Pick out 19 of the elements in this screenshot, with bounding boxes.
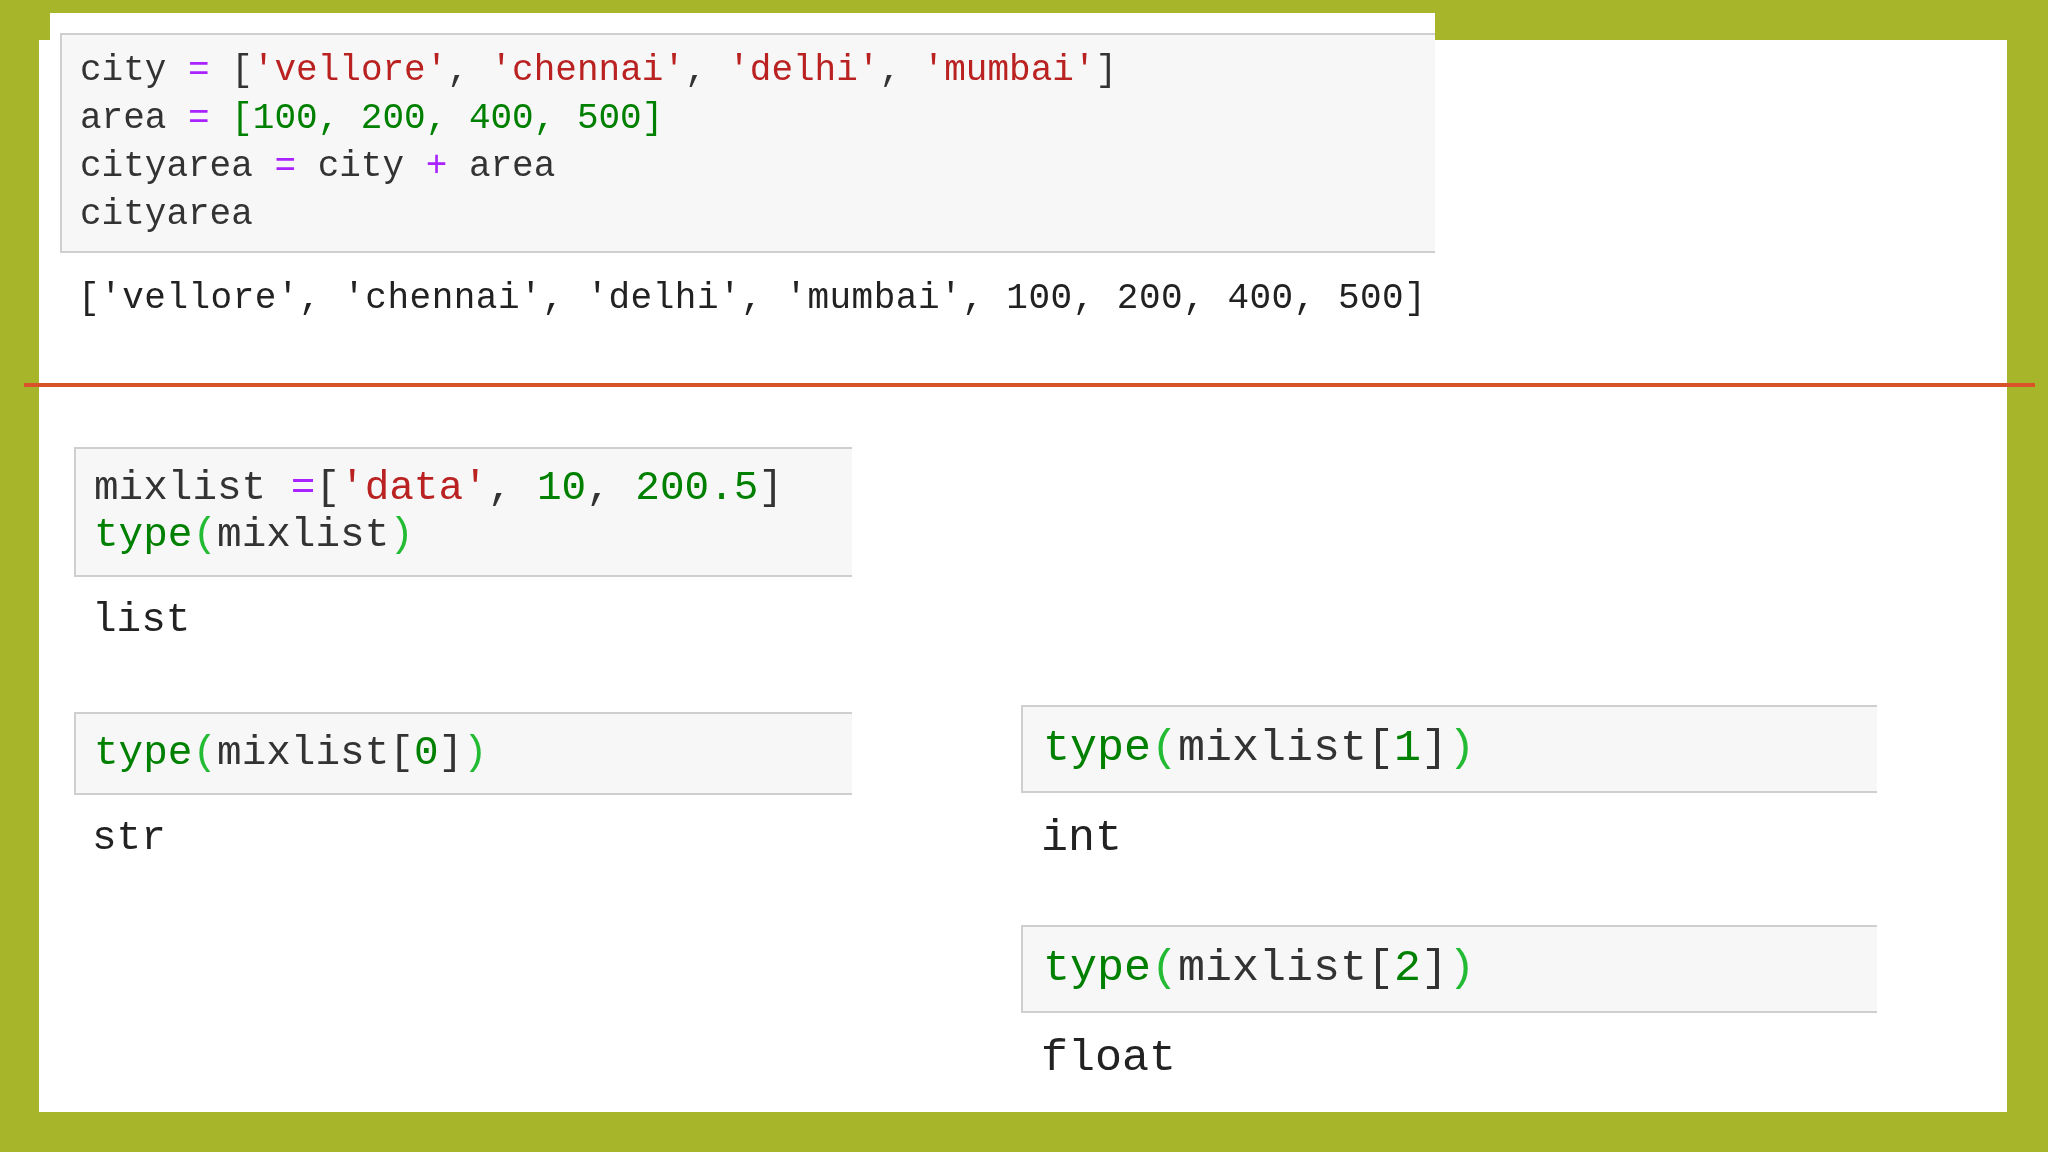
code-cell[interactable]: mixlist =['data', 10, 200.5] type(mixlist): [74, 447, 852, 577]
code-line: mixlist =['data', 10, 200.5]: [94, 465, 783, 512]
cell-output: list: [92, 597, 191, 644]
code-cell[interactable]: city = ['vellore', 'chennai', 'delhi', 'mumbai'] area = [100, 200, 400, 500] cityarea = city + area cityarea: [60, 33, 1435, 253]
code-line: type(mixlist[1]): [1043, 723, 1476, 775]
cell-output: float: [1041, 1033, 1177, 1085]
code-cell[interactable]: type(mixlist[0]): [74, 712, 852, 795]
code-line: type(mixlist): [94, 512, 414, 559]
code-line: cityarea: [80, 193, 253, 237]
cell-output: int: [1041, 813, 1122, 865]
code-cell[interactable]: type(mixlist[2]): [1021, 925, 1877, 1013]
code-line: type(mixlist[0]): [94, 730, 488, 777]
code-line: city = ['vellore', 'chennai', 'delhi', 'mumbai']: [80, 49, 1118, 93]
code-line: cityarea = city + area: [80, 145, 556, 189]
cell-output: str: [92, 815, 166, 862]
code-cell[interactable]: type(mixlist[1]): [1021, 705, 1877, 793]
cell-output: ['vellore', 'chennai', 'delhi', 'mumbai', 100, 200, 400, 500]: [78, 277, 1427, 321]
code-line: type(mixlist[2]): [1043, 943, 1476, 995]
code-line: area = [100, 200, 400, 500]: [80, 97, 664, 141]
